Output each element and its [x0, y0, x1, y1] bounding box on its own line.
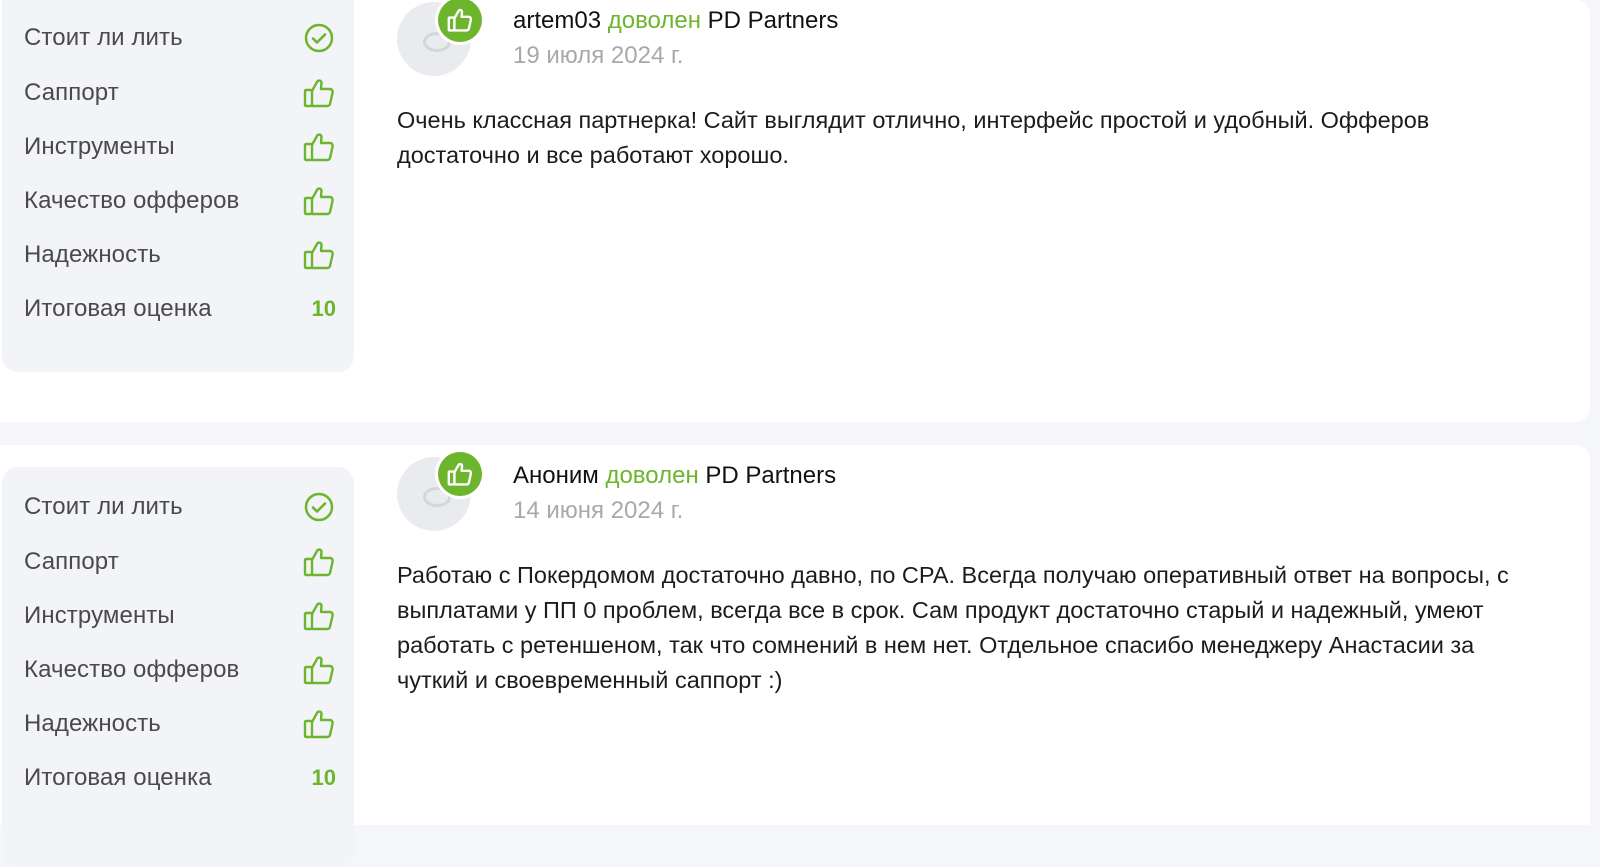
thumbs-up-badge-icon	[438, 452, 482, 496]
rating-row-total: Итоговая оценка 10	[24, 758, 336, 798]
thumbs-up-icon	[302, 238, 336, 272]
total-score-value: 10	[311, 765, 336, 790]
check-circle-icon	[302, 490, 336, 524]
review-date: 14 июня 2024 г.	[513, 497, 684, 524]
check-circle-icon	[302, 21, 336, 55]
thumbs-up-icon	[302, 599, 336, 633]
verdict: доволен	[605, 462, 699, 489]
rating-row-worth: Стоит ли лить	[24, 18, 336, 58]
verdict: доволен	[607, 7, 701, 34]
author-name[interactable]: artem03	[513, 7, 601, 34]
rating-label: Инструменты	[24, 602, 175, 629]
rating-row-worth: Стоит ли лить	[24, 487, 336, 527]
thumbs-up-icon	[302, 184, 336, 218]
rating-row-tools: Инструменты	[24, 127, 336, 167]
thumbs-up-icon	[302, 76, 336, 110]
thumbs-up-icon	[302, 545, 336, 579]
rating-row-tools: Инструменты	[24, 596, 336, 636]
rating-label: Саппорт	[24, 548, 119, 575]
total-score-label: Итоговая оценка	[24, 764, 212, 791]
review-header: Аноним доволен PD Partners	[513, 462, 836, 490]
rating-row-total: Итоговая оценка 10	[24, 289, 336, 329]
review-text: Очень классная партнерка! Сайт выглядит …	[397, 107, 1430, 168]
rating-label: Стоит ли лить	[24, 24, 183, 51]
review-header: artem03 доволен PD Partners	[513, 7, 838, 35]
thumbs-up-badge-icon	[438, 0, 482, 42]
thumbs-up-icon	[302, 707, 336, 741]
author-name[interactable]: Аноним	[513, 462, 599, 489]
program-name[interactable]: PD Partners	[708, 7, 839, 34]
review-card: Стоит ли лить Саппорт Инструменты Качест…	[0, 0, 1590, 422]
rating-row-reliability: Надежность	[24, 704, 336, 744]
review-card: Стоит ли лить Саппорт Инструменты Качест…	[0, 445, 1590, 867]
rating-label: Надежность	[24, 710, 161, 737]
rating-label: Качество офферов	[24, 656, 240, 683]
total-score-label: Итоговая оценка	[24, 295, 212, 322]
rating-label: Качество офферов	[24, 187, 240, 214]
rating-label: Надежность	[24, 241, 161, 268]
rating-row-offers: Качество офферов	[24, 181, 336, 221]
review-text: Работаю с Покердомом достаточно давно, п…	[397, 562, 1509, 693]
review-date: 19 июля 2024 г.	[513, 42, 684, 69]
rating-row-reliability: Надежность	[24, 235, 336, 275]
rating-row-offers: Качество офферов	[24, 650, 336, 690]
ratings-panel: Стоит ли лить Саппорт Инструменты Качест…	[2, 0, 354, 372]
thumbs-up-icon	[302, 653, 336, 687]
rating-row-support: Саппорт	[24, 542, 336, 582]
rating-label: Стоит ли лить	[24, 493, 183, 520]
ratings-panel: Стоит ли лить Саппорт Инструменты Качест…	[2, 467, 354, 867]
rating-row-support: Саппорт	[24, 73, 336, 113]
rating-label: Саппорт	[24, 79, 119, 106]
thumbs-up-icon	[302, 130, 336, 164]
total-score-value: 10	[311, 296, 336, 321]
rating-label: Инструменты	[24, 133, 175, 160]
program-name[interactable]: PD Partners	[705, 462, 836, 489]
